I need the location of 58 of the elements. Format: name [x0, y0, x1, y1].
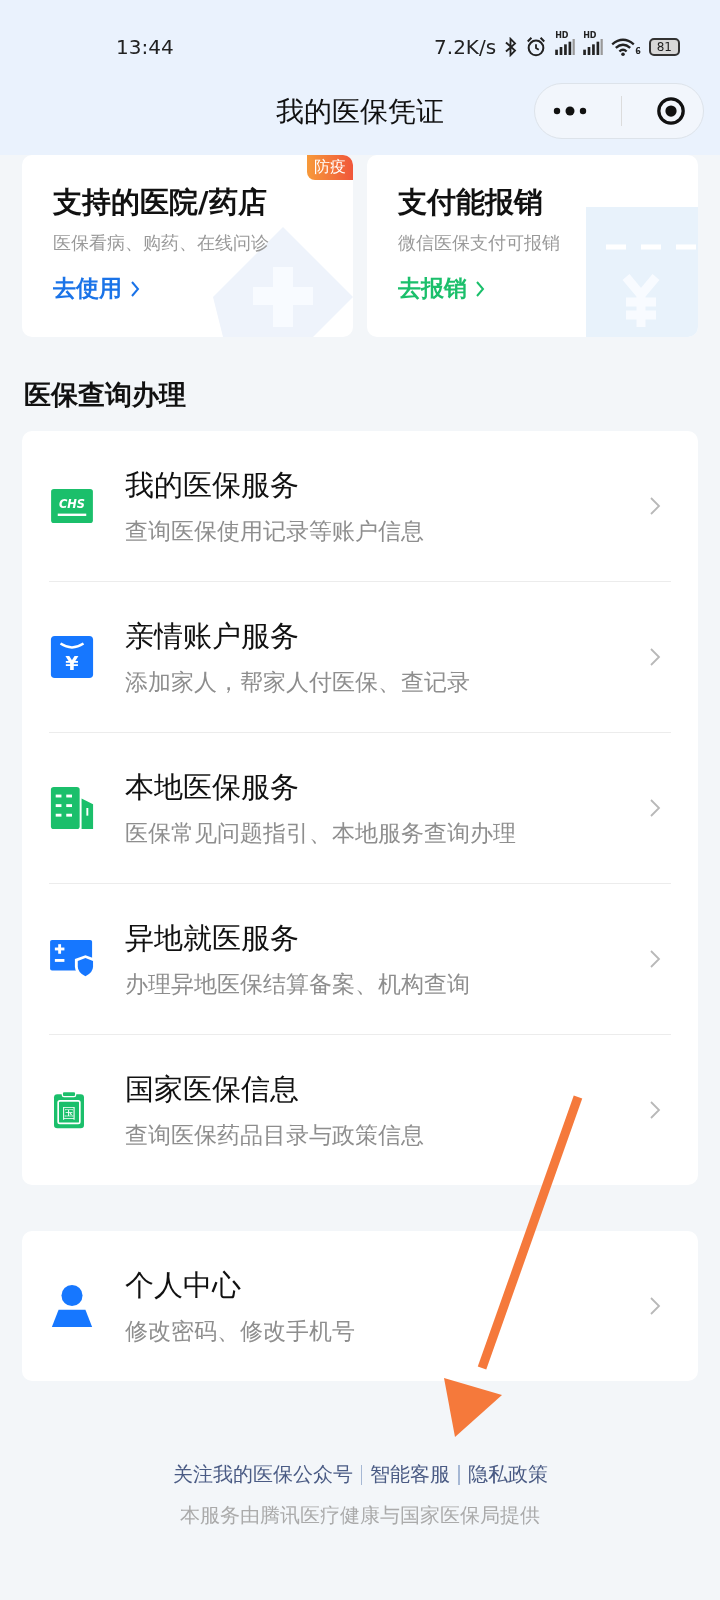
- bluetooth-icon: [504, 37, 518, 57]
- card-shield-icon: [49, 938, 97, 980]
- service-title: 本地医保服务: [125, 768, 300, 806]
- footer-link[interactable]: 智能客服: [370, 1461, 450, 1488]
- chevron-right-icon: [130, 279, 140, 298]
- service-description: 修改密码、修改手机号: [125, 1316, 356, 1346]
- status-time: 13:44: [116, 35, 174, 59]
- service-title: 亲情账户服务: [125, 617, 300, 655]
- card-icon: CHS: [49, 487, 95, 525]
- service-title: 异地就医服务: [125, 919, 300, 957]
- chevron-right-icon: [649, 798, 661, 818]
- chevron-right-icon: [649, 1296, 661, 1316]
- service-item[interactable]: CHS 我的医保服务 查询医保使用记录等账户信息: [49, 431, 671, 582]
- card-title: 支持的医院/药店: [53, 184, 268, 221]
- footer-link[interactable]: 关注我的医保公众号: [172, 1461, 353, 1488]
- chevron-right-icon: [649, 1100, 661, 1120]
- section-title: 医保查询办理: [24, 378, 187, 412]
- chevron-right-icon: [649, 647, 661, 667]
- service-description: 医保常见问题指引、本地服务查询办理: [125, 818, 517, 848]
- service-description: 添加家人，帮家人付医保、查记录: [125, 667, 471, 697]
- wifi-icon: [611, 38, 636, 56]
- card-link[interactable]: 去使用: [53, 273, 140, 304]
- service-item[interactable]: ¥ 亲情账户服务 添加家人，帮家人付医保、查记录: [49, 582, 671, 733]
- signal-icon: [555, 39, 576, 55]
- service-item[interactable]: 本地医保服务 医保常见问题指引、本地服务查询办理: [49, 733, 671, 884]
- card-title: 支付能报销: [398, 184, 544, 221]
- service-description: 办理异地医保结算备案、机构查询: [125, 969, 471, 999]
- close-icon[interactable]: [656, 96, 687, 126]
- feature-card[interactable]: 防疫 支持的医院/药店 医保看病、购药、在线问诊 去使用: [22, 155, 353, 337]
- service-item[interactable]: 国 国家医保信息 查询医保药品目录与政策信息: [49, 1035, 671, 1185]
- battery-indicator: 81: [648, 38, 680, 56]
- service-description: 查询医保使用记录等账户信息: [125, 516, 425, 546]
- provider-note: 本服务由腾讯医疗健康与国家医保局提供: [180, 1502, 540, 1529]
- card-description: 微信医保支付可报销: [398, 231, 561, 255]
- service-title: 国家医保信息: [125, 1070, 300, 1108]
- card-description: 医保看病、购药、在线问诊: [53, 231, 270, 255]
- alarm-icon: [525, 36, 548, 58]
- signal-icon: [583, 39, 604, 55]
- footer-link[interactable]: 隐私政策: [467, 1461, 548, 1488]
- service-item[interactable]: 个人中心 修改密码、修改手机号: [49, 1231, 671, 1381]
- epidemic-badge: 防疫: [307, 155, 353, 180]
- hd-label: HD: [555, 31, 569, 40]
- wallet-icon: ¥: [49, 634, 95, 680]
- service-description: 查询医保药品目录与政策信息: [125, 1120, 425, 1150]
- chevron-right-icon: [649, 949, 661, 969]
- page-title: 我的医保凭证: [276, 94, 444, 130]
- chevron-right-icon: [475, 279, 485, 298]
- service-title: 我的医保服务: [125, 466, 300, 504]
- building-icon: [49, 785, 95, 831]
- service-item[interactable]: 异地就医服务 办理异地医保结算备案、机构查询: [49, 884, 671, 1035]
- hd-label: HD: [583, 31, 597, 40]
- service-title: 个人中心: [125, 1266, 242, 1304]
- wifi-label: 6: [635, 47, 641, 56]
- network-speed: 7.2K/s: [434, 35, 497, 59]
- feature-card[interactable]: 支付能报销 微信医保支付可报销 去报销: [367, 155, 698, 337]
- person-icon: [49, 1283, 95, 1329]
- more-icon[interactable]: [551, 106, 588, 116]
- chevron-right-icon: [649, 496, 661, 516]
